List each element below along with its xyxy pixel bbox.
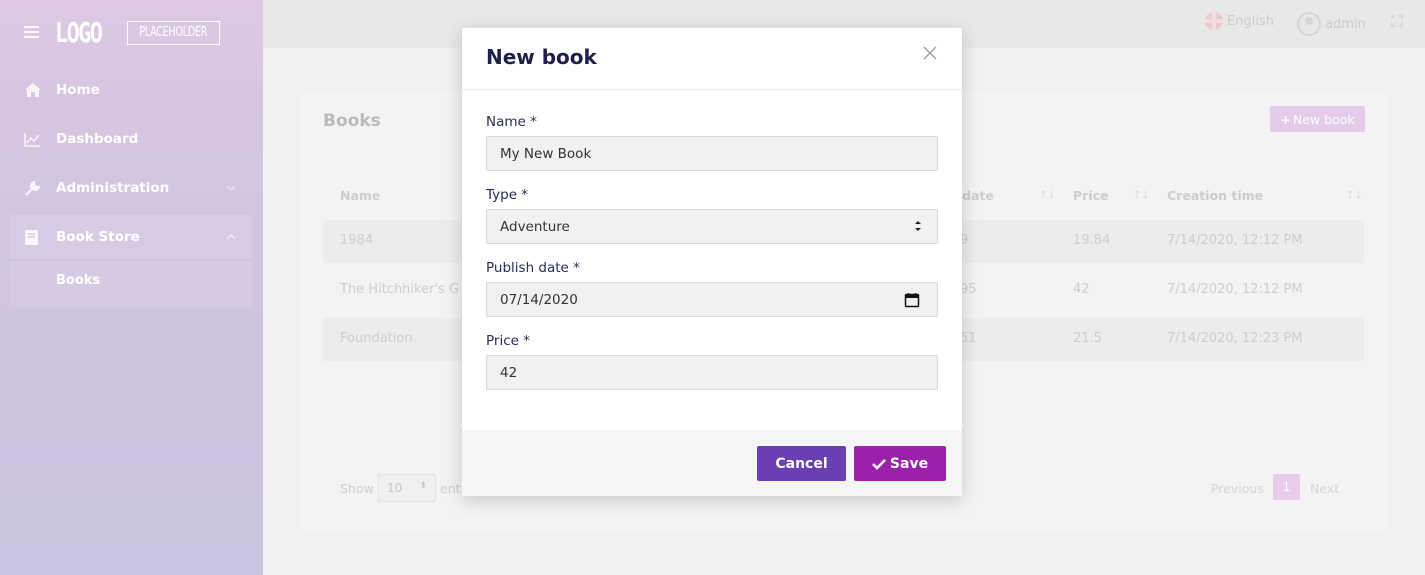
save-button[interactable]: Save (854, 446, 946, 481)
close-icon[interactable] (922, 45, 940, 63)
calendar-icon[interactable] (904, 292, 920, 312)
type-label: Type * (486, 187, 529, 203)
select-arrows-icon (914, 219, 922, 237)
publish-date-label: Publish date * (486, 260, 580, 276)
check-icon (872, 458, 886, 470)
name-input[interactable]: My New Book (486, 136, 938, 171)
publish-date-input[interactable]: 07/14/2020 (486, 282, 938, 317)
modal-footer: Cancel Save (462, 430, 962, 496)
price-value: 42 (500, 364, 518, 381)
cancel-button[interactable]: Cancel (757, 446, 846, 481)
type-select[interactable]: Adventure (486, 209, 938, 244)
name-value: My New Book (500, 145, 592, 162)
price-label: Price * (486, 333, 530, 349)
modal-header: New book (462, 28, 962, 90)
name-label: Name * (486, 114, 537, 130)
publish-date-value: 07/14/2020 (500, 291, 578, 308)
modal-title: New book (486, 45, 597, 69)
new-book-modal: New book Name * My New Book Type * Adven… (462, 28, 962, 496)
save-label: Save (889, 455, 929, 472)
type-value: Adventure (500, 218, 570, 235)
price-input[interactable]: 42 (486, 355, 938, 390)
